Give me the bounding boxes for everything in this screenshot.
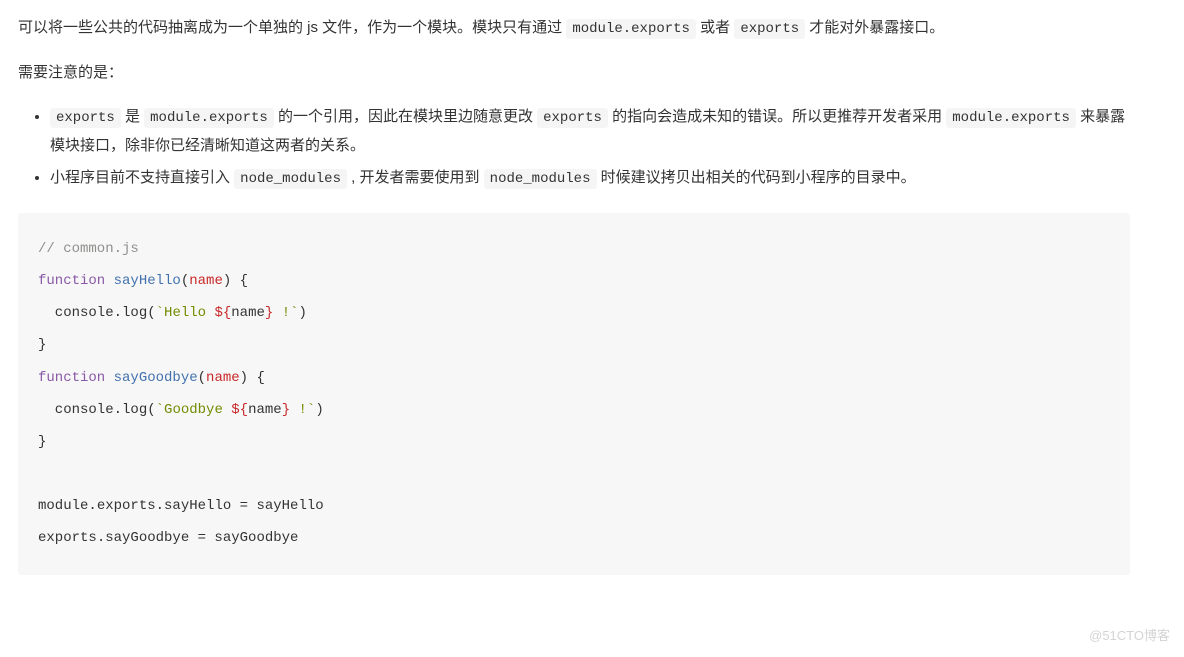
watermark: @51CTO博客 [1089, 624, 1170, 649]
code-paren: ) [315, 402, 323, 418]
intro-paragraph: 可以将一些公共的代码抽离成为一个单独的 js 文件，作为一个模块。模块只有通过 … [18, 14, 1130, 43]
code-param: name [189, 273, 223, 289]
code-paren: ) { [240, 370, 265, 386]
code-block: // common.js function sayHello(name) { c… [18, 213, 1130, 575]
intro-text: 才能对外暴露接口。 [805, 19, 944, 36]
li-text: 小程序目前不支持直接引入 [50, 169, 234, 186]
code-keyword: function [38, 370, 105, 386]
code-call: .log( [114, 402, 156, 418]
list-item: 小程序目前不支持直接引入 node_modules , 开发者需要使用到 nod… [50, 164, 1130, 193]
list-item: exports 是 module.exports 的一个引用，因此在模块里边随意… [50, 103, 1130, 160]
li-text: , 开发者需要使用到 [347, 169, 484, 186]
code-template-open: ${ [231, 402, 248, 418]
inline-code-module-exports: module.exports [946, 108, 1076, 128]
inline-code-node-modules: node_modules [484, 169, 597, 189]
code-assign: .exports.sayHello = sayHello [88, 498, 323, 514]
inline-code-module-exports: module.exports [566, 19, 696, 39]
code-backtick: ` [156, 402, 164, 418]
inline-code-module-exports: module.exports [144, 108, 274, 128]
code-exports: exports [38, 530, 97, 546]
li-text: 的指向会造成未知的错误。所以更推荐开发者采用 [608, 108, 946, 125]
code-string: ! [273, 305, 290, 321]
code-template-close: } [282, 402, 290, 418]
code-param: name [206, 370, 240, 386]
li-text: 时候建议拷贝出相关的代码到小程序的目录中。 [597, 169, 916, 186]
code-comment: // common.js [38, 241, 139, 257]
code-var: name [231, 305, 265, 321]
code-backtick: ` [290, 305, 298, 321]
code-string: Goodbye [164, 402, 231, 418]
inline-code-exports: exports [734, 19, 805, 39]
code-module: module [38, 498, 88, 514]
code-func-name: sayGoodbye [105, 370, 197, 386]
code-paren: ) [299, 305, 307, 321]
li-text: 的一个引用，因此在模块里边随意更改 [274, 108, 537, 125]
code-obj: console [38, 402, 114, 418]
code-assign: .sayGoodbye = sayGoodbye [97, 530, 299, 546]
code-string: ! [290, 402, 307, 418]
code-paren: ) { [223, 273, 248, 289]
intro-text: 可以将一些公共的代码抽离成为一个单独的 js 文件，作为一个模块。模块只有通过 [18, 19, 566, 36]
code-brace: } [38, 434, 46, 450]
code-paren: ( [198, 370, 206, 386]
intro-text: 或者 [696, 19, 734, 36]
code-call: .log( [114, 305, 156, 321]
inline-code-node-modules: node_modules [234, 169, 347, 189]
code-keyword: function [38, 273, 105, 289]
code-string: Hello [164, 305, 214, 321]
inline-code-exports: exports [537, 108, 608, 128]
code-obj: console [38, 305, 114, 321]
note-list: exports 是 module.exports 的一个引用，因此在模块里边随意… [18, 103, 1130, 193]
li-text: 是 [121, 108, 144, 125]
code-var: name [248, 402, 282, 418]
inline-code-exports: exports [50, 108, 121, 128]
code-brace: } [38, 337, 46, 353]
code-func-name: sayHello [105, 273, 181, 289]
note-heading: 需要注意的是： [18, 59, 1130, 88]
code-paren: ( [181, 273, 189, 289]
code-backtick: ` [156, 305, 164, 321]
code-template-open: ${ [214, 305, 231, 321]
